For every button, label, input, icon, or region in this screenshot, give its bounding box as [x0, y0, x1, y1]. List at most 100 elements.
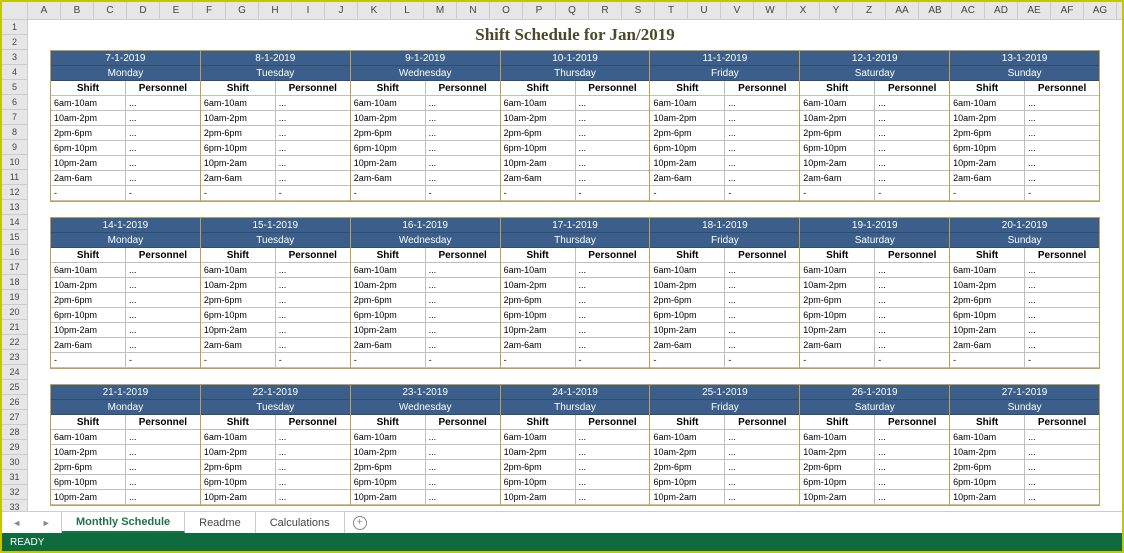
- personnel-cell[interactable]: ...: [276, 111, 350, 126]
- personnel-cell[interactable]: ...: [725, 111, 799, 126]
- shift-cell[interactable]: 10pm-2am: [650, 323, 725, 338]
- shift-cell[interactable]: 10pm-2am: [201, 323, 276, 338]
- personnel-cell[interactable]: ...: [576, 171, 650, 186]
- column-header[interactable]: F: [193, 2, 226, 19]
- shift-cell[interactable]: 2pm-6pm: [800, 460, 875, 475]
- personnel-cell[interactable]: ...: [276, 171, 350, 186]
- shift-cell[interactable]: 2pm-6pm: [201, 126, 276, 141]
- row-header[interactable]: 2: [2, 35, 28, 50]
- column-header[interactable]: T: [655, 2, 688, 19]
- shift-cell[interactable]: 6pm-10pm: [650, 308, 725, 323]
- shift-cell[interactable]: 6am-10am: [351, 263, 426, 278]
- personnel-cell[interactable]: -: [276, 353, 350, 368]
- shift-cell[interactable]: 10pm-2am: [351, 156, 426, 171]
- row-header[interactable]: 17: [2, 260, 28, 275]
- tab-nav-arrows[interactable]: ◄ ►: [2, 512, 62, 533]
- row-header[interactable]: 4: [2, 65, 28, 80]
- column-header[interactable]: B: [61, 2, 94, 19]
- shift-cell[interactable]: 10pm-2am: [351, 490, 426, 505]
- personnel-cell[interactable]: ...: [576, 111, 650, 126]
- personnel-cell[interactable]: -: [126, 353, 200, 368]
- shift-cell[interactable]: 6am-10am: [950, 96, 1025, 111]
- shift-cell[interactable]: 2am-6am: [501, 338, 576, 353]
- personnel-cell[interactable]: ...: [875, 475, 949, 490]
- shift-cell[interactable]: 10am-2pm: [501, 445, 576, 460]
- personnel-cell[interactable]: ...: [875, 323, 949, 338]
- shift-cell[interactable]: 10pm-2am: [201, 156, 276, 171]
- shift-cell[interactable]: -: [950, 353, 1025, 368]
- personnel-cell[interactable]: ...: [276, 263, 350, 278]
- personnel-cell[interactable]: ...: [875, 278, 949, 293]
- personnel-cell[interactable]: ...: [725, 445, 799, 460]
- personnel-cell[interactable]: ...: [875, 293, 949, 308]
- shift-cell[interactable]: 10pm-2am: [51, 156, 126, 171]
- personnel-cell[interactable]: ...: [576, 278, 650, 293]
- personnel-cell[interactable]: ...: [1025, 323, 1099, 338]
- personnel-cell[interactable]: ...: [126, 490, 200, 505]
- personnel-cell[interactable]: ...: [426, 475, 500, 490]
- personnel-cell[interactable]: -: [126, 186, 200, 201]
- personnel-cell[interactable]: ...: [126, 323, 200, 338]
- shift-cell[interactable]: 10am-2pm: [650, 278, 725, 293]
- personnel-cell[interactable]: -: [276, 186, 350, 201]
- shift-cell[interactable]: 10am-2pm: [51, 445, 126, 460]
- personnel-cell[interactable]: ...: [276, 338, 350, 353]
- shift-cell[interactable]: 10pm-2am: [351, 323, 426, 338]
- personnel-cell[interactable]: ...: [276, 445, 350, 460]
- row-header[interactable]: 15: [2, 230, 28, 245]
- column-header[interactable]: AB: [919, 2, 952, 19]
- shift-cell[interactable]: 6am-10am: [351, 430, 426, 445]
- shift-cell[interactable]: 10am-2pm: [201, 278, 276, 293]
- shift-cell[interactable]: 2pm-6pm: [501, 293, 576, 308]
- row-header[interactable]: 20: [2, 305, 28, 320]
- shift-cell[interactable]: 6am-10am: [800, 263, 875, 278]
- shift-cell[interactable]: 2pm-6pm: [201, 460, 276, 475]
- shift-cell[interactable]: 6am-10am: [950, 430, 1025, 445]
- shift-cell[interactable]: 6am-10am: [650, 430, 725, 445]
- column-header[interactable]: AE: [1018, 2, 1051, 19]
- shift-cell[interactable]: 10pm-2am: [950, 156, 1025, 171]
- shift-cell[interactable]: 6pm-10pm: [501, 141, 576, 156]
- shift-cell[interactable]: 6pm-10pm: [501, 475, 576, 490]
- personnel-cell[interactable]: ...: [426, 96, 500, 111]
- personnel-cell[interactable]: ...: [426, 323, 500, 338]
- personnel-cell[interactable]: ...: [725, 171, 799, 186]
- shift-cell[interactable]: 10pm-2am: [650, 490, 725, 505]
- personnel-cell[interactable]: ...: [725, 141, 799, 156]
- shift-cell[interactable]: 2pm-6pm: [51, 460, 126, 475]
- column-header[interactable]: H: [259, 2, 292, 19]
- column-header[interactable]: E: [160, 2, 193, 19]
- row-header[interactable]: 10: [2, 155, 28, 170]
- shift-cell[interactable]: 2am-6am: [800, 171, 875, 186]
- shift-cell[interactable]: -: [201, 186, 276, 201]
- column-header[interactable]: Q: [556, 2, 589, 19]
- column-header[interactable]: V: [721, 2, 754, 19]
- personnel-cell[interactable]: ...: [725, 430, 799, 445]
- personnel-cell[interactable]: ...: [1025, 460, 1099, 475]
- shift-cell[interactable]: 2am-6am: [950, 338, 1025, 353]
- personnel-cell[interactable]: ...: [126, 460, 200, 475]
- shift-cell[interactable]: -: [501, 353, 576, 368]
- personnel-cell[interactable]: ...: [875, 141, 949, 156]
- personnel-cell[interactable]: ...: [576, 141, 650, 156]
- personnel-cell[interactable]: ...: [875, 445, 949, 460]
- shift-cell[interactable]: 2pm-6pm: [950, 126, 1025, 141]
- add-sheet-button[interactable]: +: [345, 512, 375, 533]
- shift-cell[interactable]: 6am-10am: [950, 263, 1025, 278]
- shift-cell[interactable]: 6am-10am: [201, 430, 276, 445]
- row-header[interactable]: 29: [2, 440, 28, 455]
- shift-cell[interactable]: 10am-2pm: [351, 445, 426, 460]
- shift-cell[interactable]: 2am-6am: [351, 171, 426, 186]
- personnel-cell[interactable]: ...: [875, 96, 949, 111]
- row-header[interactable]: 14: [2, 215, 28, 230]
- shift-cell[interactable]: -: [501, 186, 576, 201]
- shift-cell[interactable]: 2pm-6pm: [501, 460, 576, 475]
- shift-cell[interactable]: 2am-6am: [950, 171, 1025, 186]
- shift-cell[interactable]: 6pm-10pm: [51, 141, 126, 156]
- shift-cell[interactable]: 2pm-6pm: [351, 126, 426, 141]
- sheet-tab[interactable]: Readme: [185, 512, 256, 533]
- shift-cell[interactable]: 10pm-2am: [800, 323, 875, 338]
- row-header[interactable]: 9: [2, 140, 28, 155]
- personnel-cell[interactable]: ...: [875, 490, 949, 505]
- shift-cell[interactable]: 6am-10am: [351, 96, 426, 111]
